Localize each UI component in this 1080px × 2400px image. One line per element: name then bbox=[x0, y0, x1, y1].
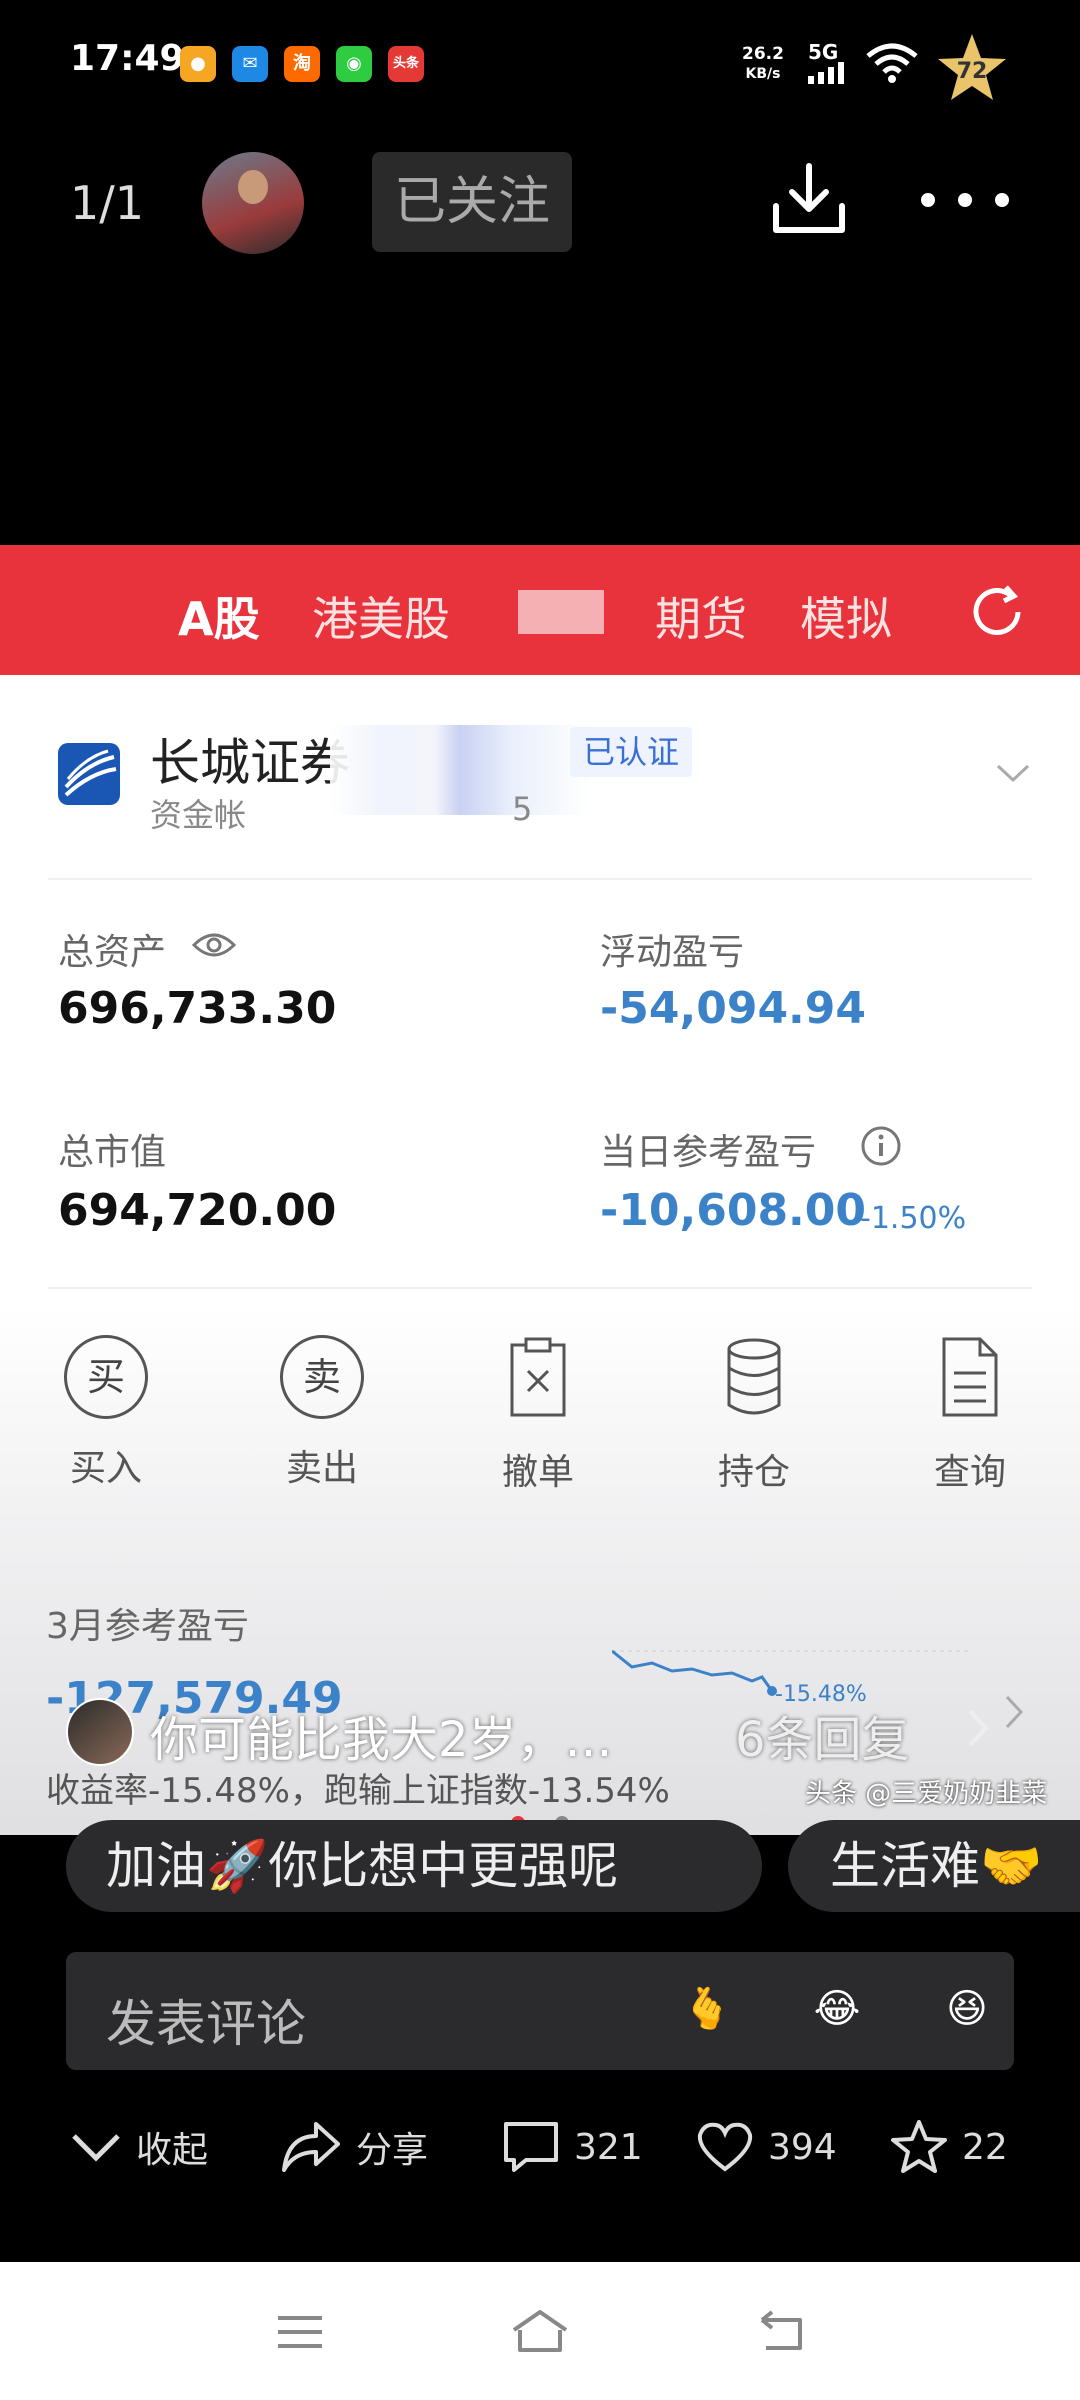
clock: 17:49 bbox=[70, 38, 185, 79]
battery-badge: 72 bbox=[934, 30, 1010, 110]
divider bbox=[48, 1287, 1032, 1289]
position-icon bbox=[727, 1338, 781, 1415]
broker-logo bbox=[58, 743, 120, 805]
net-speed-unit: KB/s bbox=[745, 66, 781, 82]
signal-icon bbox=[808, 62, 844, 84]
sell-icon: 卖 bbox=[280, 1335, 364, 1419]
month-pl-label: 3月参考盈亏 bbox=[46, 1606, 249, 1647]
chevron-down-icon bbox=[72, 2134, 120, 2162]
badge-number: 72 bbox=[957, 59, 988, 84]
broker-logo-icon bbox=[64, 749, 117, 797]
position-button[interactable]: 持仓 bbox=[684, 1335, 824, 1495]
author-avatar[interactable] bbox=[202, 152, 304, 254]
heart-icon bbox=[697, 2122, 753, 2172]
like-button[interactable]: 394 bbox=[696, 2112, 837, 2182]
page-indicator: 1/1 bbox=[70, 176, 145, 230]
divider bbox=[48, 878, 1032, 880]
like-count: 394 bbox=[768, 2126, 837, 2168]
market-value-label: 总市值 bbox=[58, 1132, 167, 1173]
account-number-tail: 5 bbox=[512, 790, 533, 828]
comment-input[interactable]: 发表评论 🫰 😂 😆 bbox=[66, 1952, 1014, 2070]
comment-icon bbox=[504, 2122, 558, 2172]
blurred-tab bbox=[518, 590, 604, 634]
cancel-order-icon bbox=[510, 1337, 566, 1417]
more-icon[interactable] bbox=[920, 192, 1010, 208]
quick-reply-chip[interactable]: 生活难🤝 bbox=[788, 1820, 1080, 1912]
taobao-icon: 淘 bbox=[284, 46, 320, 82]
toutiao-icon: 头条 bbox=[388, 46, 424, 82]
comment-count: 321 bbox=[574, 2126, 643, 2168]
refresh-icon[interactable] bbox=[966, 581, 1028, 643]
amap-icon: ● bbox=[180, 46, 216, 82]
eye-icon[interactable] bbox=[192, 931, 236, 959]
chevron-right-icon[interactable] bbox=[1004, 1695, 1024, 1729]
star-icon bbox=[891, 2120, 947, 2173]
favorite-button[interactable]: 22 bbox=[890, 2112, 1008, 2182]
tab-hk-us[interactable]: 港美股 bbox=[312, 583, 450, 649]
chevron-right-icon[interactable] bbox=[966, 1708, 990, 1748]
market-tab-bar: A股 港美股 期货 模拟 bbox=[0, 545, 1080, 675]
info-icon[interactable] bbox=[860, 1125, 902, 1167]
status-bar: 17:49 ● ✉ 淘 ◉ 头条 26.2 KB/s 5G 72 bbox=[0, 0, 1080, 120]
comment-button[interactable]: 321 bbox=[502, 2112, 643, 2182]
quick-reply-chip[interactable]: 加油🚀你比想中更强呢 bbox=[66, 1820, 762, 1912]
daily-pl-percent: -1.50% bbox=[860, 1201, 967, 1236]
cancel-order-button[interactable]: 撤单 bbox=[468, 1335, 608, 1495]
favorite-count: 22 bbox=[962, 2126, 1008, 2168]
broker-name: 长城证券 bbox=[150, 734, 350, 792]
tab-futures[interactable]: 期货 bbox=[655, 583, 747, 649]
share-icon bbox=[282, 2122, 340, 2172]
wechat-icon: ◉ bbox=[336, 46, 372, 82]
verified-badge: 已认证 bbox=[570, 727, 692, 777]
comment-preview-text[interactable]: 你可能比我大2岁，… bbox=[150, 1700, 613, 1770]
message-icon: ✉ bbox=[232, 46, 268, 82]
collapse-button[interactable]: 收起 bbox=[70, 2112, 208, 2182]
daily-pl-label: 当日参考盈亏 bbox=[600, 1132, 817, 1173]
tab-a-shares[interactable]: A股 bbox=[178, 583, 260, 649]
query-label: 查询 bbox=[933, 1452, 1006, 1493]
collapse-label: 收起 bbox=[136, 2130, 209, 2171]
net-speed-value: 26.2 bbox=[742, 44, 784, 64]
follow-button[interactable]: 已关注 bbox=[372, 152, 572, 252]
watermark: 头条 @三爱奶奶韭菜 bbox=[805, 1779, 1048, 1809]
account-label: 资金帐 bbox=[150, 796, 247, 834]
post-image[interactable]: A股 港美股 期货 模拟 长城证券 已认证 资金帐 5 总资产 696,733.… bbox=[0, 545, 1080, 1835]
home-icon[interactable] bbox=[510, 2308, 570, 2354]
market-value: 694,720.00 bbox=[58, 1185, 337, 1236]
position-label: 持仓 bbox=[717, 1452, 790, 1493]
buy-icon: 买 bbox=[64, 1335, 148, 1419]
wifi-icon bbox=[866, 43, 918, 83]
query-icon bbox=[942, 1337, 998, 1417]
floating-pl-label: 浮动盈亏 bbox=[600, 932, 745, 973]
buy-button[interactable]: 买 买入 bbox=[36, 1335, 176, 1491]
grinning-emoji-icon[interactable]: 😆 bbox=[932, 1974, 1002, 2044]
share-label: 分享 bbox=[356, 2130, 429, 2171]
commenter-avatar[interactable] bbox=[66, 1698, 134, 1766]
download-icon[interactable] bbox=[770, 160, 848, 238]
privacy-blur bbox=[330, 725, 590, 815]
buy-label: 买入 bbox=[69, 1448, 142, 1489]
total-assets-label: 总资产 bbox=[58, 932, 167, 973]
star-badge-icon: 72 bbox=[938, 34, 1006, 100]
comment-input-placeholder: 发表评论 bbox=[106, 1995, 306, 2053]
net-speed: 26.2 KB/s bbox=[742, 44, 784, 84]
heart-fingers-emoji-icon[interactable]: 🫰 bbox=[672, 1974, 742, 2044]
tab-simulation[interactable]: 模拟 bbox=[800, 583, 892, 649]
laughing-tears-emoji-icon[interactable]: 😂 bbox=[802, 1974, 872, 2044]
comment-replies-count[interactable]: 6条回复 bbox=[735, 1700, 910, 1770]
daily-pl-value: -10,608.00 bbox=[600, 1185, 866, 1236]
network-type: 5G bbox=[808, 40, 839, 64]
system-nav-bar bbox=[0, 2262, 1080, 2400]
floating-pl-value: -54,094.94 bbox=[600, 983, 866, 1034]
menu-icon[interactable] bbox=[276, 2314, 324, 2350]
share-button[interactable]: 分享 bbox=[280, 2112, 428, 2182]
total-assets-value: 696,733.30 bbox=[58, 983, 337, 1034]
cancel-order-label: 撤单 bbox=[501, 1452, 574, 1493]
return-rate-text: 收益率-15.48%，跑输上证指数-13.54% bbox=[46, 1771, 670, 1811]
sell-button[interactable]: 卖 卖出 bbox=[252, 1335, 392, 1491]
chevron-down-icon[interactable] bbox=[996, 763, 1030, 783]
sell-label: 卖出 bbox=[285, 1448, 358, 1489]
back-icon[interactable] bbox=[756, 2310, 806, 2352]
query-button[interactable]: 查询 bbox=[900, 1335, 1040, 1495]
